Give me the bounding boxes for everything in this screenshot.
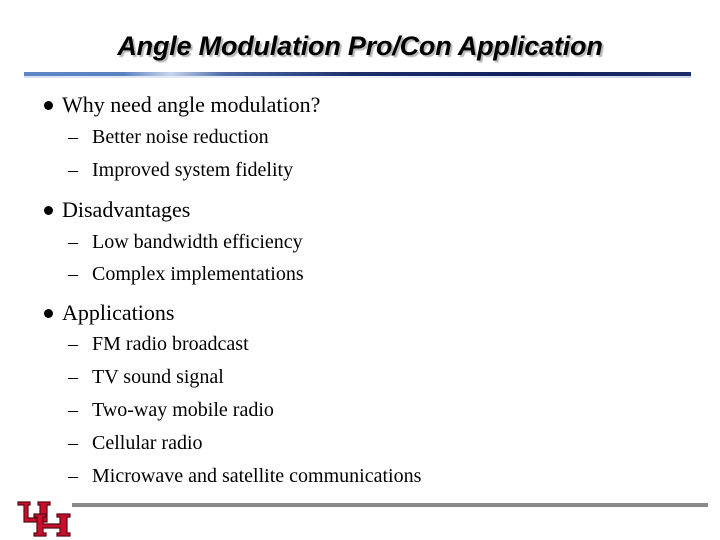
dash-icon: –	[68, 159, 78, 181]
dash-icon: –	[68, 399, 78, 421]
bullet-text: Why need angle modulation?	[62, 92, 321, 117]
bullet-text: Applications	[62, 300, 175, 325]
sub-bullet-text: Improved system fidelity	[92, 159, 294, 181]
dash-icon: –	[68, 126, 78, 148]
sub-bullet-text: Two-way mobile radio	[92, 399, 274, 421]
footer-rule	[72, 503, 708, 507]
bullet-text: Disadvantages	[62, 197, 191, 222]
dash-icon: –	[68, 432, 78, 454]
dash-icon: –	[68, 231, 78, 253]
dash-icon: –	[68, 263, 78, 285]
bullet-dot-icon	[44, 206, 53, 215]
university-of-houston-logo-icon	[17, 501, 71, 537]
sub-bullet-text: Low bandwidth efficiency	[92, 231, 303, 253]
sub-bullet-text: Cellular radio	[92, 432, 203, 454]
bullet-dot-icon	[44, 101, 53, 110]
sub-bullet-text: FM radio broadcast	[92, 333, 249, 355]
bullet-dot-icon	[44, 309, 53, 318]
dash-icon: –	[68, 465, 78, 487]
sub-bullet-text: TV sound signal	[92, 366, 224, 388]
dash-icon: –	[68, 333, 78, 355]
slide: Angle Modulation Pro/Con Application Why…	[0, 0, 720, 540]
dash-icon: –	[68, 366, 78, 388]
title-underline-highlight	[24, 76, 691, 78]
sub-bullet-text: Microwave and satellite communications	[92, 465, 422, 487]
slide-title: Angle Modulation Pro/Con Application	[117, 31, 603, 61]
sub-bullet-text: Complex implementations	[92, 263, 304, 285]
sub-bullet-text: Better noise reduction	[92, 126, 269, 148]
